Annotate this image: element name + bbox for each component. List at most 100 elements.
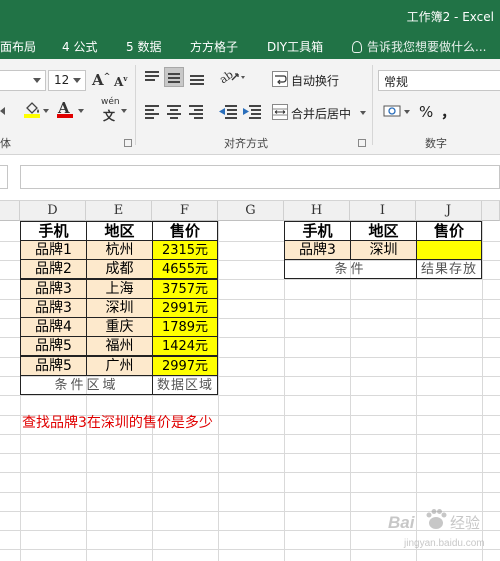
wrap-text-button[interactable]: 自动换行: [291, 72, 339, 89]
font-size-value: 12: [54, 73, 70, 87]
chevron-down-icon: [33, 78, 41, 83]
cell-city[interactable]: 杭州: [86, 240, 153, 260]
alignment-dialog-launcher-icon[interactable]: [358, 139, 366, 147]
font-group-label: 体: [0, 137, 11, 150]
svg-text:ab: ab: [220, 68, 236, 86]
accounting-format-icon[interactable]: [383, 103, 401, 119]
column-header-f[interactable]: F: [152, 201, 218, 221]
condition-area-caption[interactable]: 条件区域: [20, 375, 153, 395]
column-header-j[interactable]: J: [416, 201, 482, 221]
gridline: [0, 434, 500, 435]
lookup-brand-cell[interactable]: 品牌3: [284, 240, 351, 260]
align-center-icon[interactable]: [167, 103, 183, 119]
font-name-select[interactable]: [0, 70, 46, 91]
comma-style-button[interactable]: ，: [441, 101, 456, 122]
orientation-icon[interactable]: ab: [217, 68, 245, 86]
lookup-result-caption[interactable]: 结果存放: [416, 259, 482, 279]
cell-price[interactable]: 1424元: [152, 336, 218, 356]
column-header-i[interactable]: I: [350, 201, 416, 221]
align-right-icon[interactable]: [189, 103, 205, 119]
cell-city[interactable]: 成都: [86, 259, 153, 279]
cell-price[interactable]: 2991元: [152, 298, 218, 318]
tab-formulas[interactable]: 4 公式: [62, 38, 97, 55]
increase-indent-icon[interactable]: [243, 103, 261, 119]
gridline: [0, 395, 500, 396]
merge-center-icon[interactable]: [272, 104, 288, 120]
cell-price[interactable]: 1789元: [152, 317, 218, 337]
header-cell-region[interactable]: 地区: [86, 221, 153, 241]
lookup-result-cell[interactable]: [416, 240, 482, 260]
align-bottom-icon[interactable]: [190, 69, 206, 85]
lookup-condition-caption[interactable]: 条件: [284, 259, 417, 279]
chevron-down-icon[interactable]: [78, 109, 84, 113]
cell-brand[interactable]: 品牌5: [20, 356, 87, 376]
column-header-d[interactable]: D: [20, 201, 86, 221]
cell-brand[interactable]: 品牌1: [20, 240, 87, 260]
cell-brand[interactable]: 品牌3: [20, 279, 87, 299]
gridline: [218, 221, 219, 561]
cell-price[interactable]: 2315元: [152, 240, 218, 260]
lookup-city-cell[interactable]: 深圳: [350, 240, 417, 260]
header-cell-phone[interactable]: 手机: [20, 221, 87, 241]
chevron-down-icon[interactable]: [121, 109, 127, 113]
cell-brand[interactable]: 品牌4: [20, 317, 87, 337]
lookup-header-phone[interactable]: 手机: [284, 221, 351, 241]
lookup-header-region[interactable]: 地区: [350, 221, 417, 241]
font-size-select[interactable]: 12: [48, 70, 86, 91]
cell-brand[interactable]: 品牌3: [20, 298, 87, 318]
cell-brand[interactable]: 品牌5: [20, 336, 87, 356]
group-divider: [135, 65, 136, 145]
column-header-h[interactable]: H: [284, 201, 350, 221]
tell-me-search[interactable]: 告诉我您想要做什么...: [352, 38, 486, 55]
cell-city[interactable]: 重庆: [86, 317, 153, 337]
font-dialog-launcher-icon[interactable]: [124, 139, 132, 147]
cell-price[interactable]: 4655元: [152, 259, 218, 279]
increase-font-icon[interactable]: A^: [92, 71, 110, 89]
formula-input[interactable]: [20, 165, 500, 189]
align-left-icon[interactable]: [145, 103, 161, 119]
decrease-font-icon[interactable]: Av: [114, 74, 127, 89]
cell-city[interactable]: 深圳: [86, 298, 153, 318]
align-top-icon[interactable]: [145, 69, 161, 85]
number-group-label: 数字: [425, 137, 447, 150]
fill-color-icon[interactable]: [24, 101, 40, 114]
svg-text:Bai: Bai: [388, 513, 416, 532]
column-header-e[interactable]: E: [86, 201, 152, 221]
tab-page-layout[interactable]: 面布局: [0, 38, 36, 55]
baidu-jingyan-watermark: Bai 经验 jingyan.baidu.com: [384, 504, 494, 552]
header-cell-price[interactable]: 售价: [152, 221, 218, 241]
cell-price[interactable]: 3757元: [152, 279, 218, 299]
chevron-down-icon[interactable]: [43, 109, 49, 113]
cell-brand[interactable]: 品牌2: [20, 259, 87, 279]
cell-city[interactable]: 福州: [86, 336, 153, 356]
phonetic-guide-icon[interactable]: wén: [101, 97, 120, 107]
svg-text:经验: 经验: [450, 514, 480, 532]
percent-style-button[interactable]: %: [419, 103, 433, 121]
chevron-down-icon[interactable]: [360, 111, 366, 115]
cell-city[interactable]: 广州: [86, 356, 153, 376]
wrap-text-icon[interactable]: [272, 71, 288, 87]
tab-fangfang-gezi[interactable]: 方方格子: [190, 38, 238, 55]
question-text[interactable]: 查找品牌3在深圳的售价是多少: [22, 412, 213, 432]
group-divider: [372, 65, 373, 145]
tab-data[interactable]: 5 数据: [126, 38, 161, 55]
column-header-corner: [0, 201, 20, 221]
column-header-g[interactable]: G: [218, 201, 284, 221]
cell-price[interactable]: 2997元: [152, 356, 218, 376]
number-format-select[interactable]: 常规: [378, 70, 500, 91]
column-header-k[interactable]: [482, 201, 500, 221]
merge-center-button[interactable]: 合并后居中: [291, 105, 351, 122]
data-area-caption[interactable]: 数据区域: [152, 375, 218, 395]
ribbon: 12 A^ Av A wén 文 体 ab 自动换行 合并后居中 对齐方式 常规…: [0, 59, 500, 155]
chevron-down-icon[interactable]: [404, 110, 410, 114]
decrease-indent-icon[interactable]: [219, 103, 237, 119]
lookup-header-price[interactable]: 售价: [416, 221, 482, 241]
name-box[interactable]: [0, 165, 8, 189]
border-dropdown-icon[interactable]: [0, 107, 5, 115]
svg-text:jingyan.baidu.com: jingyan.baidu.com: [403, 538, 485, 549]
align-middle-icon[interactable]: [164, 67, 184, 87]
tab-diy-toolbox[interactable]: DIY工具箱: [267, 38, 323, 55]
font-color-swatch: [57, 114, 73, 118]
cell-city[interactable]: 上海: [86, 279, 153, 299]
gridline: [0, 492, 500, 493]
